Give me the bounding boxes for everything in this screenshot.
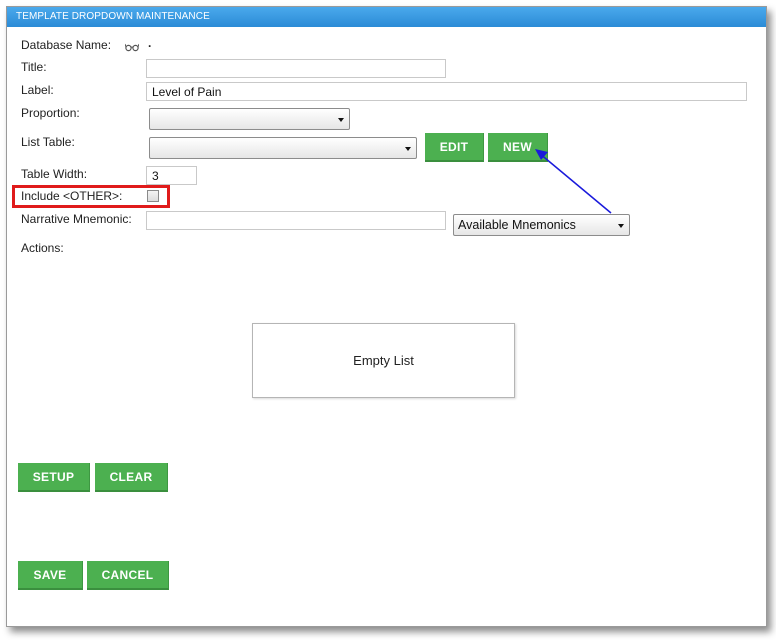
annotation-arrow [535, 149, 612, 214]
page: TEMPLATE DROPDOWN MAINTENANCE Database N… [0, 0, 776, 640]
template-dropdown-maintenance-window: TEMPLATE DROPDOWN MAINTENANCE Database N… [6, 6, 767, 627]
